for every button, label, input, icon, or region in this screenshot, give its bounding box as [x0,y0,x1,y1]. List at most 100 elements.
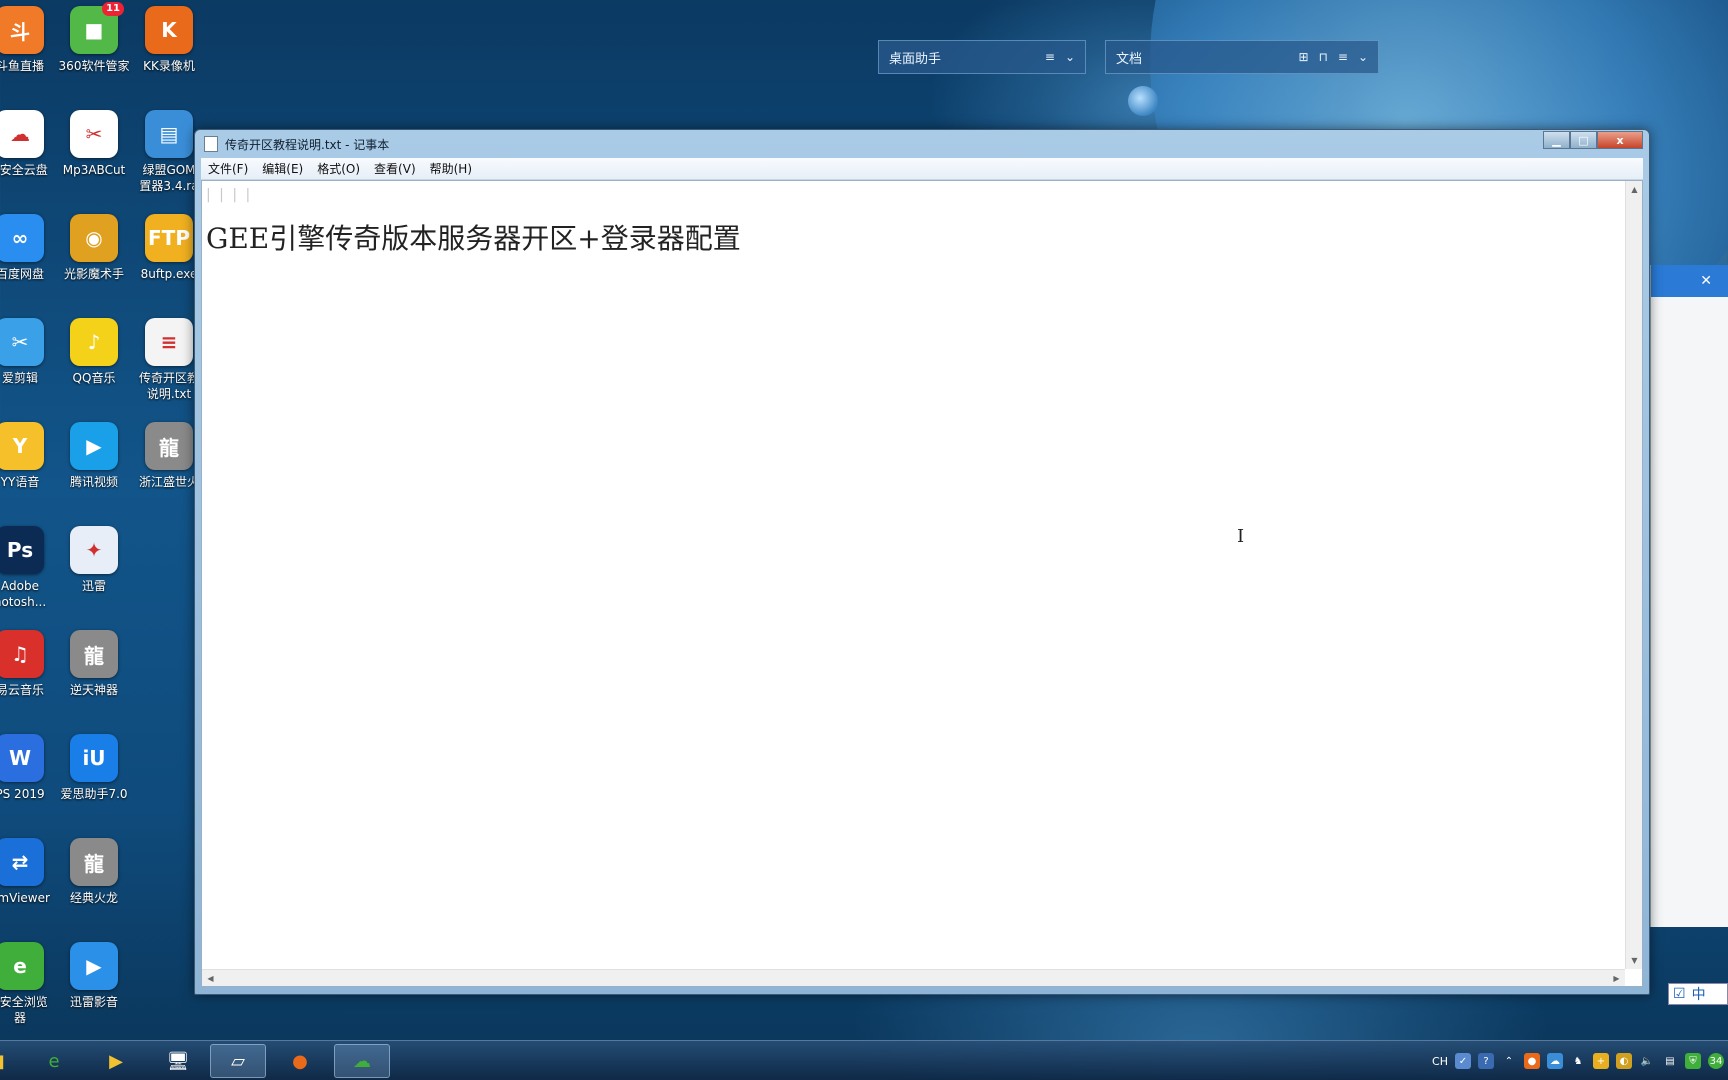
desktop-icon[interactable]: ◉ 光影魔术手 [54,214,134,282]
scroll-right-arrow-icon[interactable]: ▶ [1608,970,1625,987]
desktop-icon[interactable]: ▶ 腾讯视频 [54,422,134,490]
horizontal-scrollbar[interactable]: ◀ ▶ [202,969,1625,986]
chat-icon[interactable]: ◐ [1616,1053,1632,1069]
taskbar-browser[interactable]: e [26,1044,82,1078]
desktop-icon-label: 百度网盘 [0,267,44,281]
text-cursor-icon: I [1237,526,1245,547]
ime-mode[interactable]: 中 [1692,984,1706,1004]
close-icon[interactable]: ✕ [1700,273,1712,289]
taskbar-explorer[interactable]: 🖥 [150,1044,206,1078]
start-button[interactable]: ▮ [0,1044,20,1078]
grid-icon[interactable]: ⊞ [1298,50,1308,64]
taskbar-media-player[interactable]: ▶ [88,1044,144,1078]
desktop-icon[interactable]: K KK录像机 [129,6,209,74]
document-text[interactable]: GEE引擎传奇版本服务器开区+登录器配置 [206,217,741,257]
desktop-icon[interactable]: 斗斗鱼直播 [0,6,60,74]
vertical-scrollbar[interactable]: ▲ ▼ [1625,181,1642,969]
desktop-icon-label: 爱思助手7.0 [60,787,128,801]
help-icon[interactable]: ? [1478,1053,1494,1069]
mp3abcut-icon: ✂ [70,110,118,158]
menu-help[interactable]: 帮助(H) [423,160,479,177]
network-icon[interactable]: ▤ [1662,1053,1678,1069]
taskbar-kk-recorder[interactable]: ● [272,1044,328,1078]
scroll-down-arrow-icon[interactable]: ▼ [1626,952,1643,969]
desktop-icon[interactable]: ■ 11 360软件管家 [54,2,134,74]
notepad-window[interactable]: 传奇开区教程说明.txt - 记事本 ▁ □ x 文件(F) 编辑(E) 格式(… [194,129,1650,995]
menu-icon[interactable]: ≡ [1338,50,1348,64]
chevron-down-icon[interactable]: ⌄ [1358,50,1368,64]
ime-indicator[interactable]: ☑ 中 [1668,983,1728,1005]
desktop-icon-label: 逆天神器 [69,683,118,697]
kk-tray-icon[interactable]: ● [1524,1053,1540,1069]
volume-icon[interactable]: 🔈 [1639,1053,1655,1069]
menu-file[interactable]: 文件(F) [201,160,255,177]
desktop-icon[interactable]: Y YY语音 [0,422,60,490]
desktop-icon[interactable]: ▶ 迅雷影音 [54,942,134,1010]
tencent-video-icon: ▶ [70,422,118,470]
taskbar-cloud-disk[interactable]: ☁ [334,1044,390,1078]
desktop-icon[interactable]: ♫ 易云音乐 [0,630,60,698]
close-button[interactable]: x [1597,131,1643,149]
wps-icon: W [0,734,44,782]
language-indicator[interactable]: CH [1432,1055,1448,1068]
cloud-disk-icon: ☁ [0,110,44,158]
nevercolor-icon: ◉ [70,214,118,262]
desktop-icon[interactable]: 龍经典火龙 [54,838,134,906]
thunder-icon: ✦ [70,526,118,574]
shield-icon[interactable]: ⛨ [1685,1053,1701,1069]
desktop-icon[interactable]: ✂ Mp3ABCut [54,110,134,178]
aijianji-icon: ✂ [0,318,44,366]
menu-view[interactable]: 查看(V) [367,160,423,177]
i4-assistant-icon: iU [70,734,118,782]
scroll-up-arrow-icon[interactable]: ▲ [1626,181,1643,198]
desktop-icon[interactable]: 龍逆天神器 [54,630,134,698]
desktop-icon-label: 0安全云盘 [0,163,48,177]
teamviewer-icon: ⇄ [0,838,44,886]
background-window[interactable]: ✕ [1650,265,1728,927]
dragon-icon: 龍 [70,630,118,678]
ime-check-icon[interactable]: ☑ [1673,986,1686,1002]
documents-helper-bar[interactable]: 文档 ⊞ ⊓ ≡ ⌄ [1105,40,1379,74]
desktop-icon[interactable]: ☁ 0安全云盘 [0,110,60,178]
menu-icon[interactable]: ≡ [1045,50,1055,64]
desktop-icon-label: KK录像机 [143,59,195,73]
desktop-icon[interactable]: e 0安全浏览 器 [0,942,60,1026]
yy-voice-icon: Y [0,422,44,470]
menu-format[interactable]: 格式(O) [310,160,367,177]
photoshop-icon: Ps [0,526,44,574]
desktop-icon[interactable]: ∞ 百度网盘 [0,214,60,282]
desktop-icon[interactable]: Ps Adobe hotosh... [0,526,60,610]
title-bar[interactable]: 传奇开区教程说明.txt - 记事本 ▁ □ x [195,130,1649,158]
lock-icon[interactable]: ⊓ [1319,50,1328,64]
text-editor[interactable]: | | | | GEE引擎传奇版本服务器开区+登录器配置 ▲ ▼ ◀ ▶ [201,180,1643,987]
desktop-icon[interactable]: ✦ 迅雷 [54,526,134,594]
cloud-tray-icon[interactable]: ☁ [1547,1053,1563,1069]
taskbar-notepad[interactable]: ▱ [210,1044,266,1078]
notepad-icon [204,136,218,152]
folder-icon: ▮ [0,1051,5,1072]
system-tray: CH ✓ ? ⌃ ● ☁ ♞ + ◐ 🔈 ▤ ⛨ 34 [1432,1041,1728,1080]
desktop-icon[interactable]: iU 爱思助手7.0 [54,734,134,802]
maximize-button[interactable]: □ [1570,131,1597,149]
desktop-icon[interactable]: ♪ QQ音乐 [54,318,134,386]
minimize-button[interactable]: ▁ [1543,131,1570,149]
desktop-icon-label: PS 2019 [0,787,45,801]
checkbox-icon[interactable]: ✓ [1455,1053,1471,1069]
penguin-icon[interactable]: ♞ [1570,1053,1586,1069]
ftp-icon: FTP [145,214,193,262]
desktop-icon[interactable]: ✂ 爱剪辑 [0,318,60,386]
desktop-icon[interactable]: ⇄ amViewer [0,838,60,906]
desktop-helper-bar[interactable]: 桌面助手 ≡ ⌄ [878,40,1086,74]
chevron-down-icon[interactable]: ⌄ [1065,50,1075,64]
desktop-icon[interactable]: W PS 2019 [0,734,60,802]
desktop-icon-label: 斗鱼直播 [0,59,44,73]
play-icon: ▶ [109,1050,123,1072]
chevron-up-icon[interactable]: ⌃ [1501,1053,1517,1069]
plus-icon[interactable]: + [1593,1053,1609,1069]
kk-recorder-icon: K [145,6,193,54]
desktop-icon-label: amViewer [0,891,50,905]
scroll-left-arrow-icon[interactable]: ◀ [202,970,219,987]
clock-badge[interactable]: 34 [1708,1053,1724,1069]
menu-edit[interactable]: 编辑(E) [255,160,310,177]
wallpaper-moon [1128,86,1158,116]
